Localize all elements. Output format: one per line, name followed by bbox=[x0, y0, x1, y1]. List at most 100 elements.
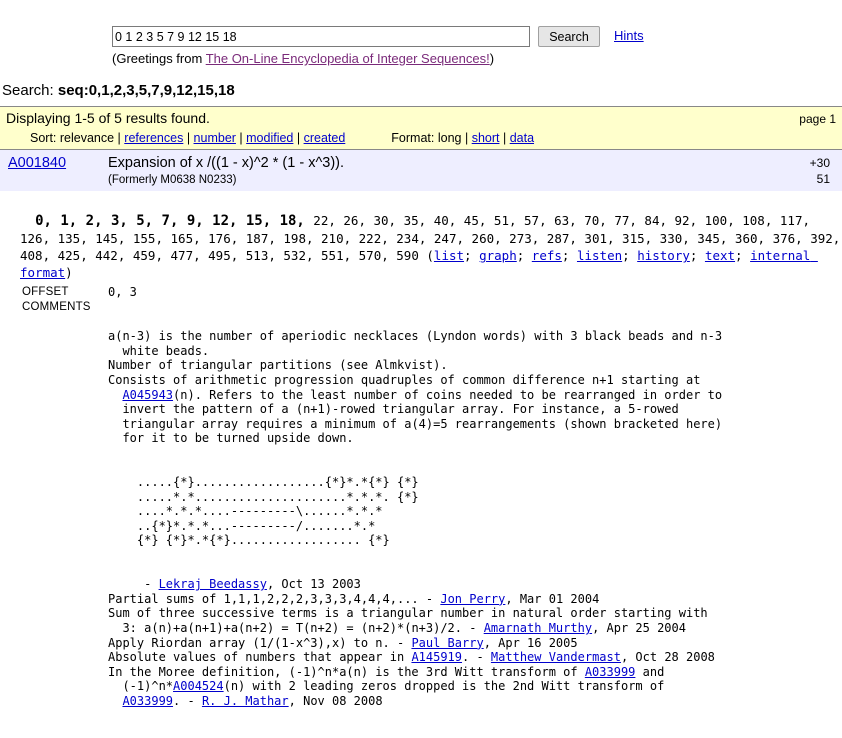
greeting-prefix: (Greetings from bbox=[112, 51, 206, 66]
offset-value: 0, 3 bbox=[108, 285, 137, 300]
oeis-home-link[interactable]: The On-Line Encyclopedia of Integer Sequ… bbox=[206, 51, 490, 66]
ascii-art-line: ....*.*.*....---------\......*.*.* bbox=[108, 504, 383, 519]
entry-formerly: (Formerly M0638 N0233) bbox=[108, 173, 237, 186]
comment-line: invert the pattern of a (n+1)-rowed tria… bbox=[108, 402, 679, 417]
comment-line: Number of triangular partitions (see Alm… bbox=[108, 358, 448, 373]
refs-second: 51 bbox=[816, 172, 830, 187]
comment-attributions: - Lekraj Beedassy, Oct 13 2003 Partial su… bbox=[108, 577, 842, 708]
search-echo-query: seq:0,1,2,3,5,7,9,12,15,18 bbox=[57, 82, 235, 99]
entry-link-separator: ; bbox=[561, 248, 577, 264]
sort-option-references[interactable]: references bbox=[124, 131, 183, 145]
format-option-short[interactable]: short bbox=[472, 131, 500, 145]
sequence-fields: OFFSET 0, 3 COMMENTS a(n-3) is the numbe… bbox=[0, 285, 842, 737]
result-entry-header: A001840 Expansion of x /((1 - x)^2 * (1 … bbox=[0, 150, 842, 192]
entry-link-separator: ; bbox=[735, 248, 751, 264]
refs-count: +30 bbox=[809, 156, 830, 170]
search-button[interactable]: Search bbox=[538, 26, 600, 47]
sequence-id-link[interactable]: A001840 bbox=[8, 155, 66, 171]
matched-term: 9, bbox=[186, 213, 213, 230]
comment-line: Consists of arithmetic progression quadr… bbox=[108, 372, 701, 387]
ascii-art-line: ..{*}*.*.*...---------/.......*.* bbox=[108, 518, 376, 533]
sort-option-created[interactable]: created bbox=[304, 131, 346, 145]
entry-title: Expansion of x /((1 - x)^2 * (1 - x^3)). bbox=[108, 155, 345, 171]
entry-link-list[interactable]: list bbox=[434, 248, 464, 263]
attribution-line: Absolute values of numbers that appear i… bbox=[108, 650, 715, 665]
inline-link-r-j-mathar[interactable]: R. J. Mathar bbox=[202, 694, 289, 708]
sequence-terms: 0, 1, 2, 3, 5, 7, 9, 12, 15, 18, 22, 26,… bbox=[0, 191, 842, 281]
comments-label: COMMENTS bbox=[22, 300, 91, 313]
hints-link[interactable]: Hints bbox=[614, 28, 644, 43]
attribution-line: A033999. - R. J. Mathar, Nov 08 2008 bbox=[122, 694, 383, 708]
entry-link-text[interactable]: text bbox=[705, 248, 735, 263]
sep-2: | bbox=[183, 131, 194, 145]
matched-term: 1, bbox=[60, 213, 86, 230]
entry-link-history[interactable]: history bbox=[637, 248, 690, 263]
comment-line: for it to be turned upside down. bbox=[108, 431, 354, 446]
matched-term: 5, bbox=[136, 213, 162, 230]
matched-term: 12, bbox=[212, 213, 246, 230]
inline-link-matthew-vandermast[interactable]: Matthew Vandermast bbox=[491, 650, 621, 664]
attribution-line: (-1)^n*A004524(n) with 2 leading zeros d… bbox=[108, 679, 665, 694]
entry-link-separator: ; bbox=[689, 248, 705, 264]
attribution-line: - Lekraj Beedassy, Oct 13 2003 bbox=[108, 577, 361, 592]
banner-options-row: Sort: relevance | references | number | … bbox=[6, 131, 836, 145]
ascii-art-line: {*} {*}*.*{*}.................. {*} bbox=[108, 533, 390, 548]
results-banner: Displaying 1-5 of 5 results found. page … bbox=[0, 106, 842, 150]
sep-5: | bbox=[461, 131, 472, 145]
comment-line: white beads. bbox=[108, 343, 210, 358]
inline-link-a145919[interactable]: A145919 bbox=[411, 650, 462, 664]
inline-link-jon-perry[interactable]: Jon Perry bbox=[440, 592, 505, 606]
greeting-line: (Greetings from The On-Line Encyclopedia… bbox=[0, 51, 842, 66]
sort-current: relevance bbox=[59, 131, 115, 145]
sequence-id-wrap: A001840 bbox=[6, 155, 108, 187]
attribution-line: Apply Riordan array (1/(1-x^3),x) to n. … bbox=[108, 635, 578, 650]
matched-term: 3, bbox=[110, 213, 137, 230]
greeting-suffix: ) bbox=[489, 51, 495, 66]
ascii-art-line: .....{*}..................{*}*.*{*} {*} bbox=[108, 475, 419, 490]
entry-link-graph[interactable]: graph bbox=[479, 248, 517, 263]
sort-option-modified[interactable]: modified bbox=[246, 131, 293, 145]
entry-link-refs[interactable]: refs bbox=[532, 248, 562, 263]
matched-terms: 0, 1, 2, 3, 5, 7, 9, 12, 15, 18, bbox=[35, 213, 314, 230]
sep-4: | bbox=[293, 131, 304, 145]
page-indicator: page 1 bbox=[799, 112, 836, 126]
comment-line: a(n-3) is the number of aperiodic neckla… bbox=[108, 329, 723, 344]
results-count: Displaying 1-5 of 5 results found. bbox=[6, 110, 210, 126]
matched-term: 18, bbox=[279, 213, 314, 230]
sort-option-number[interactable]: number bbox=[194, 131, 236, 145]
comment-line: A045943(n). Refers to the least number o… bbox=[122, 387, 723, 402]
matched-term: 15, bbox=[245, 213, 280, 230]
entry-links-open: ( bbox=[426, 248, 434, 264]
matched-term: 2, bbox=[85, 213, 111, 230]
entry-title-wrap: Expansion of x /((1 - x)^2 * (1 - x^3)).… bbox=[108, 155, 770, 187]
entry-link-separator: ; bbox=[622, 248, 638, 264]
format-option-data[interactable]: data bbox=[510, 131, 534, 145]
inline-link-a033999[interactable]: A033999 bbox=[122, 694, 173, 708]
sep-3: | bbox=[235, 131, 247, 145]
sep-6: | bbox=[499, 131, 510, 145]
inline-link-a004524[interactable]: A004524 bbox=[173, 679, 224, 693]
field-row-offset: OFFSET 0, 3 bbox=[0, 285, 842, 300]
inline-link-amarnath-murthy[interactable]: Amarnath Murthy bbox=[484, 621, 592, 635]
attribution-line: Sum of three successive terms is a trian… bbox=[108, 606, 708, 621]
matched-term: 7, bbox=[161, 213, 187, 230]
hints-link-wrap: Hints bbox=[614, 28, 644, 43]
search-input[interactable] bbox=[112, 26, 530, 47]
ascii-art-line: .....*.*.....................*.*.*. {*} bbox=[108, 489, 419, 504]
entry-reference-counts: +30 51 bbox=[770, 155, 836, 187]
entry-links-close: ) bbox=[65, 265, 73, 281]
format-group: Format: long | short | data bbox=[391, 131, 534, 145]
sort-label: Sort: bbox=[30, 131, 60, 145]
format-label: Format: bbox=[391, 131, 438, 145]
inline-link-a033999[interactable]: A033999 bbox=[585, 665, 636, 679]
sep-1: | bbox=[114, 131, 125, 145]
inline-link-paul-barry[interactable]: Paul Barry bbox=[411, 636, 483, 650]
search-echo-label: Search: bbox=[2, 82, 58, 99]
field-row-comments: COMMENTS a(n-3) is the number of aperiod… bbox=[0, 300, 842, 738]
attribution-line: In the Moree definition, (-1)^n*a(n) is … bbox=[108, 664, 665, 679]
comments-text: a(n-3) is the number of aperiodic neckla… bbox=[108, 329, 842, 446]
entry-link-listen[interactable]: listen bbox=[577, 248, 622, 263]
inline-link-lekraj-beedassy[interactable]: Lekraj Beedassy bbox=[159, 577, 267, 591]
offset-label: OFFSET bbox=[22, 286, 69, 299]
inline-link-a045943[interactable]: A045943 bbox=[122, 388, 173, 402]
